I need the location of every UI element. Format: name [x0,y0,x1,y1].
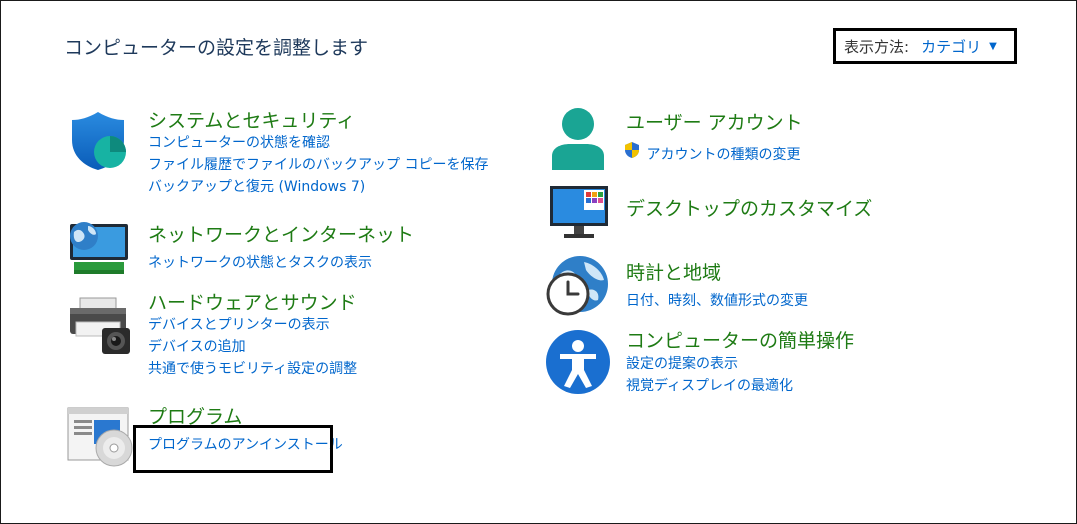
link-suggested-settings[interactable]: 設定の提案の表示 [626,353,793,375]
link-network-status[interactable]: ネットワークの状態とタスクの表示 [148,252,372,274]
link-mobility-settings[interactable]: 共通で使うモビリティ設定の調整 [148,358,357,380]
category-title[interactable]: ユーザー アカウント [626,108,803,135]
user-icon[interactable] [548,106,608,176]
chevron-down-icon[interactable]: ▼ [989,41,997,52]
network-globe-icon[interactable] [66,218,132,286]
category-title[interactable]: 時計と地域 [626,258,721,285]
link-date-time-format[interactable]: 日付、時刻、数値形式の変更 [626,290,808,312]
link-add-device[interactable]: デバイスの追加 [148,336,357,358]
category-title[interactable]: デスクトップのカスタマイズ [626,194,872,221]
category-title[interactable]: ネットワークとインターネット [148,220,414,247]
globe-clock-icon[interactable] [544,254,612,324]
link-backup-restore[interactable]: バックアップと復元 (Windows 7) [148,176,488,198]
shield-icon[interactable] [66,108,130,176]
category-title[interactable]: システムとセキュリティ [148,106,355,133]
link-label: アカウントの種類の変更 [646,147,801,163]
accessibility-icon[interactable] [544,326,612,400]
view-by-control: 表示方法: カテゴリ ▼ [833,28,1017,64]
page-title: コンピューターの設定を調整します [64,37,369,59]
view-by-dropdown[interactable]: カテゴリ [921,36,981,57]
link-check-computer-status[interactable]: コンピューターの状態を確認 [148,132,488,154]
printer-icon[interactable] [66,290,132,362]
link-optimize-display[interactable]: 視覚ディスプレイの最適化 [626,375,793,397]
link-change-account-type[interactable]: アカウントの種類の変更 [624,141,800,163]
link-file-history-backup[interactable]: ファイル履歴でファイルのバックアップ コピーを保存 [148,154,488,176]
category-title[interactable]: コンピューターの簡単操作 [626,326,854,353]
category-title[interactable]: ハードウェアとサウンド [148,288,357,315]
uac-shield-icon [625,142,639,158]
link-devices-printers[interactable]: デバイスとプリンターの表示 [148,314,357,336]
view-by-label: 表示方法: [844,37,910,56]
programs-disc-icon[interactable] [66,404,134,472]
desktop-monitor-icon[interactable] [548,182,612,246]
highlight-box [133,425,333,473]
